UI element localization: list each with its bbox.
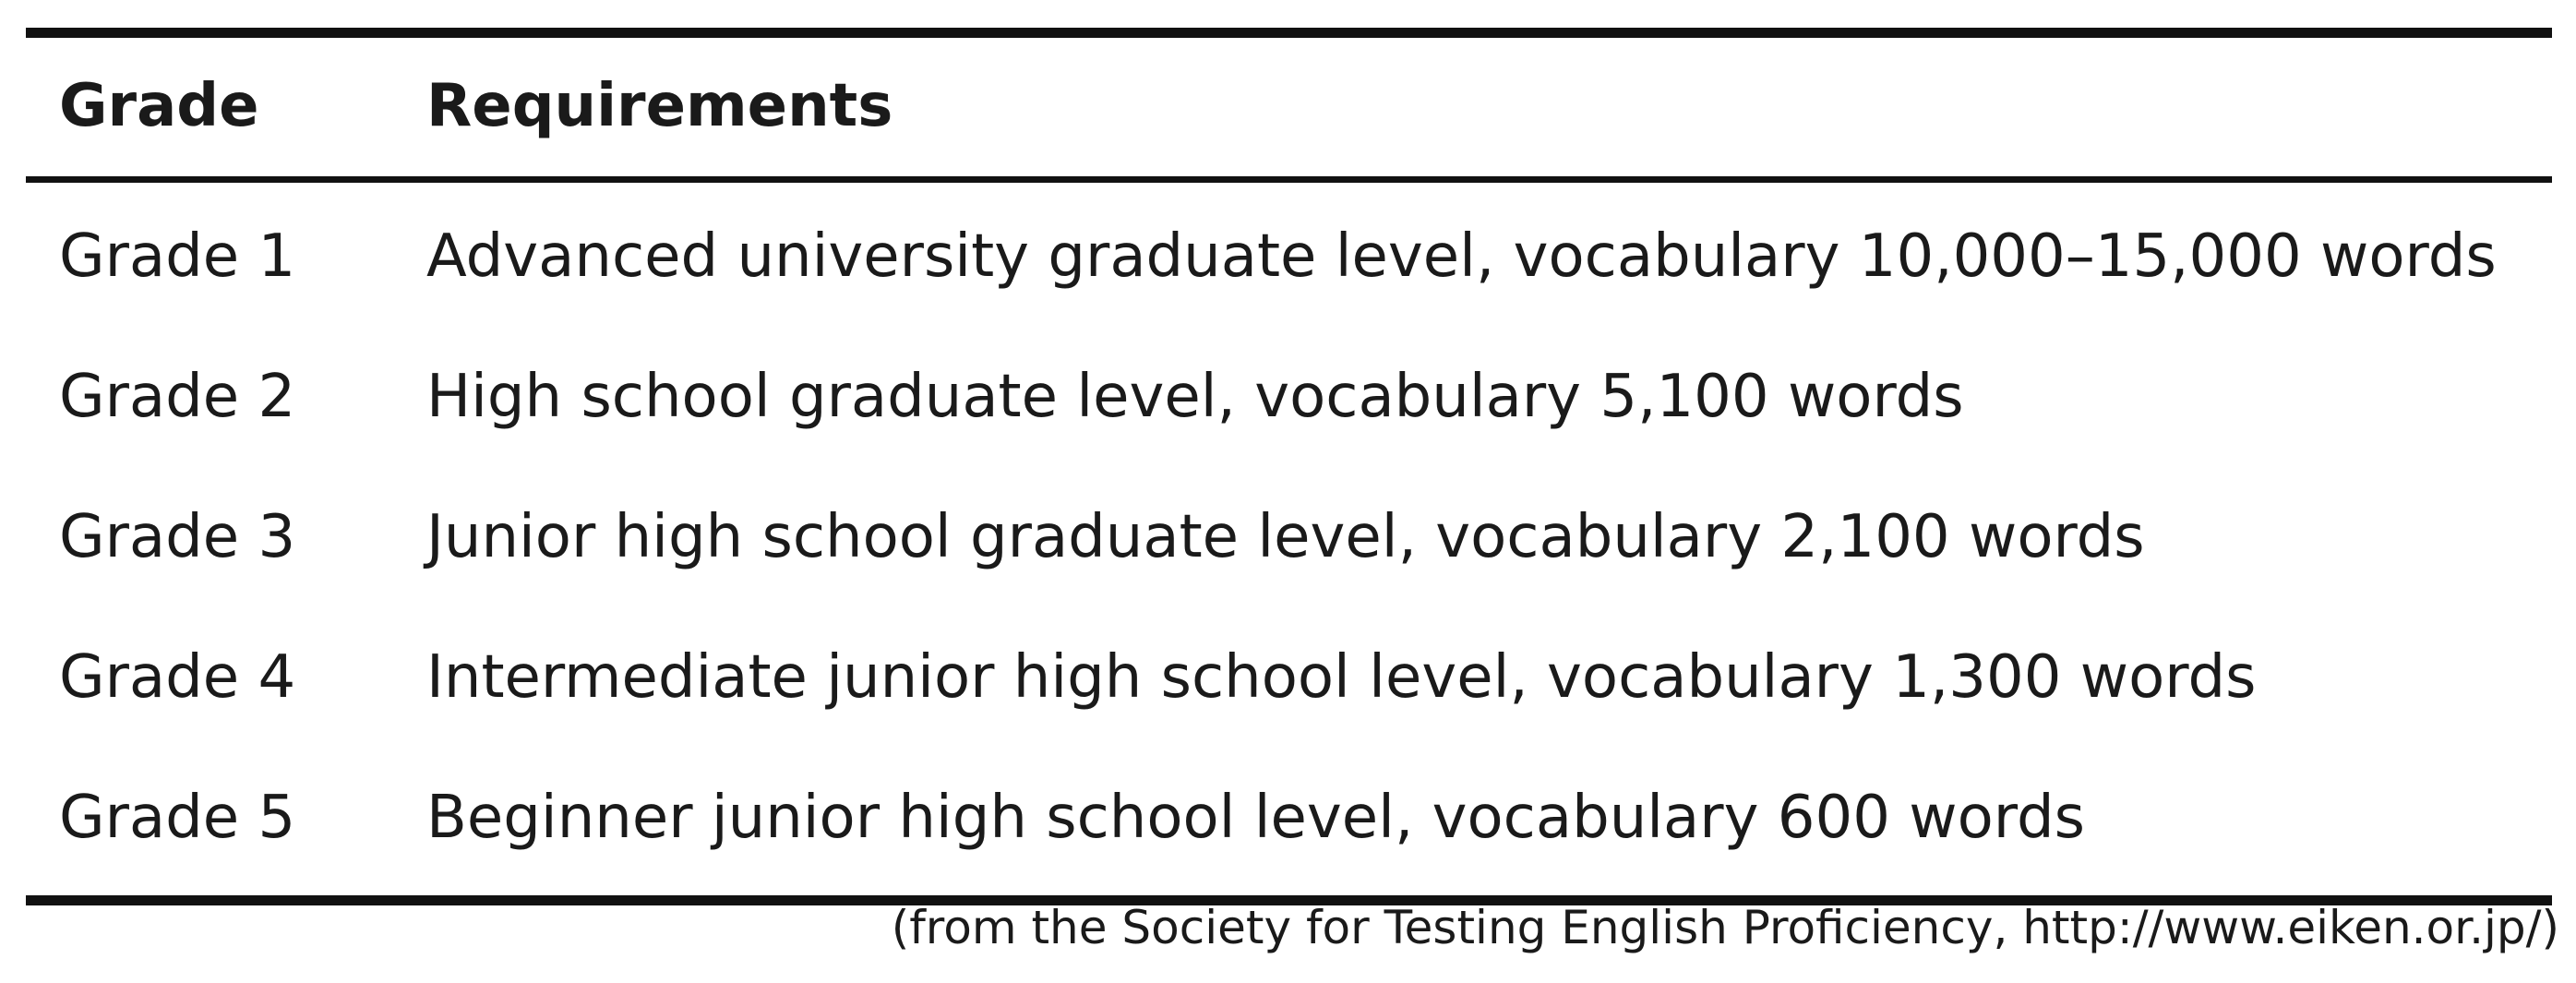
table-row: Grade 5 Beginner junior high school leve… (26, 751, 2552, 892)
row-grade: Grade 4 (59, 643, 296, 712)
grade-requirements-table: Grade Requirements Grade 1 Advanced univ… (26, 28, 2552, 905)
table-body: Grade 1 Advanced university graduate lev… (26, 183, 2552, 895)
row-grade: Grade 1 (59, 222, 296, 291)
table-header-row: Grade Requirements (26, 38, 2552, 176)
table-row: Grade 1 Advanced university graduate lev… (26, 190, 2552, 330)
header-requirements: Requirements (426, 72, 893, 140)
row-requirements: Junior high school graduate level, vocab… (426, 503, 2145, 571)
row-requirements: Intermediate junior high school level, v… (426, 643, 2257, 712)
source-citation: (from the Society for Testing English Pr… (891, 901, 2559, 954)
table-row: Grade 4 Intermediate junior high school … (26, 611, 2552, 751)
row-grade: Grade 3 (59, 503, 296, 571)
header-rule (26, 176, 2552, 183)
row-requirements: High school graduate level, vocabulary 5… (426, 363, 1964, 431)
row-grade: Grade 5 (59, 784, 296, 852)
row-grade: Grade 2 (59, 363, 296, 431)
top-rule (26, 28, 2552, 38)
table-row: Grade 3 Junior high school graduate leve… (26, 471, 2552, 611)
row-requirements: Advanced university graduate level, voca… (426, 222, 2497, 291)
header-grade: Grade (59, 72, 259, 140)
table-row: Grade 2 High school graduate level, voca… (26, 330, 2552, 471)
row-requirements: Beginner junior high school level, vocab… (426, 784, 2085, 852)
